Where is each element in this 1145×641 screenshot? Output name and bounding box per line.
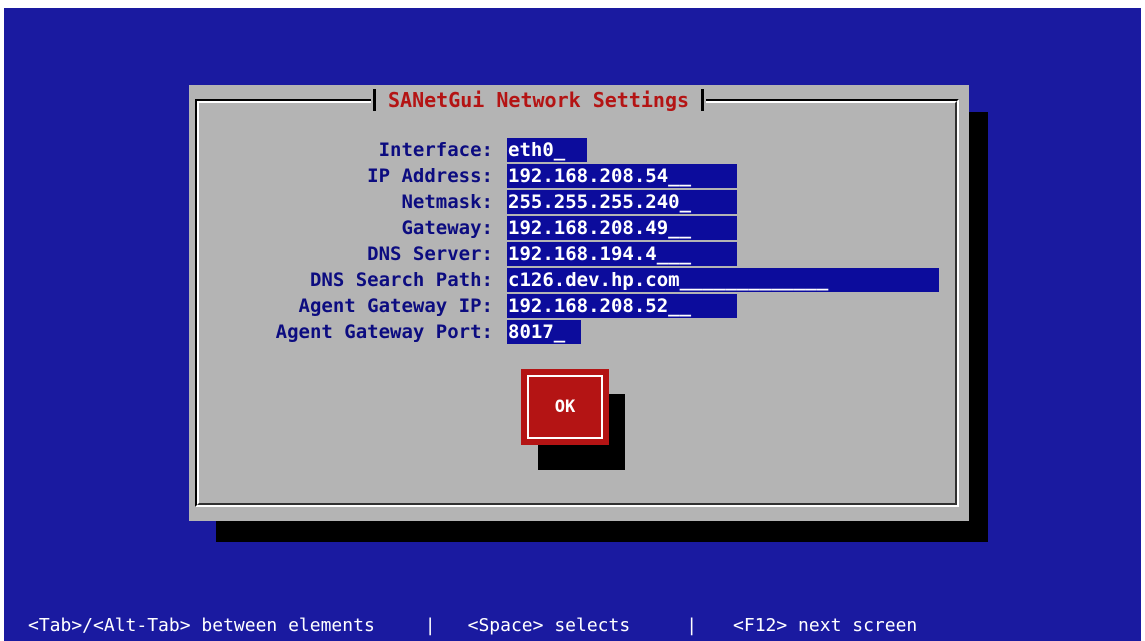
field-row-ip-address: IP Address: 192.168.208.54__ bbox=[189, 164, 969, 188]
dns-search-path-label: DNS Search Path: bbox=[309, 269, 493, 291]
netmask-label: Netmask: bbox=[401, 191, 493, 213]
help-separator: | bbox=[686, 615, 698, 636]
ok-button[interactable]: OK bbox=[521, 369, 609, 445]
dns-server-label: DNS Server: bbox=[367, 243, 493, 265]
field-row-agent-gateway-ip: Agent Gateway IP: 192.168.208.52__ bbox=[189, 294, 969, 318]
dns-search-path-input[interactable]: c126.dev.hp.com_____________ bbox=[507, 268, 939, 292]
agent-gateway-port-label: Agent Gateway Port: bbox=[275, 321, 493, 343]
ok-button-label: OK bbox=[527, 375, 603, 439]
dialog-title-wrap: SANetGui Network Settings bbox=[371, 85, 707, 115]
field-row-interface: Interface: eth0_ bbox=[189, 138, 969, 162]
help-tab-hint: <Tab>/<Alt-Tab> between elements bbox=[28, 615, 375, 636]
help-f12-hint: <F12> next screen bbox=[733, 615, 918, 636]
help-separator: | bbox=[424, 615, 436, 636]
help-line: <Tab>/<Alt-Tab> between elements | <Spac… bbox=[4, 610, 1141, 641]
ip-address-label: IP Address: bbox=[367, 165, 493, 187]
dns-server-input[interactable]: 192.168.194.4___ bbox=[507, 242, 737, 266]
agent-gateway-ip-input[interactable]: 192.168.208.52__ bbox=[507, 294, 737, 318]
field-row-dns-server: DNS Server: 192.168.194.4___ bbox=[189, 242, 969, 266]
agent-gateway-port-input[interactable]: 8017_ bbox=[507, 320, 581, 344]
field-row-netmask: Netmask: 255.255.255.240_ bbox=[189, 190, 969, 214]
dialog-title: SANetGui Network Settings bbox=[388, 88, 690, 112]
title-right-bar bbox=[701, 89, 705, 111]
netmask-input[interactable]: 255.255.255.240_ bbox=[507, 190, 737, 214]
title-left-bar bbox=[373, 89, 376, 111]
field-row-dns-search-path: DNS Search Path: c126.dev.hp.com________… bbox=[189, 268, 969, 292]
gateway-input[interactable]: 192.168.208.49__ bbox=[507, 216, 737, 240]
help-space-hint: <Space> selects bbox=[467, 615, 631, 636]
terminal-screen: SANetGui Network Settings Interface: eth… bbox=[4, 8, 1141, 641]
interface-label: Interface: bbox=[378, 139, 493, 161]
network-settings-dialog: SANetGui Network Settings Interface: eth… bbox=[189, 85, 969, 521]
agent-gateway-ip-label: Agent Gateway IP: bbox=[298, 295, 493, 317]
gateway-label: Gateway: bbox=[401, 217, 493, 239]
interface-input[interactable]: eth0_ bbox=[507, 138, 587, 162]
field-row-agent-gateway-port: Agent Gateway Port: 8017_ bbox=[189, 320, 969, 344]
field-row-gateway: Gateway: 192.168.208.49__ bbox=[189, 216, 969, 240]
ip-address-input[interactable]: 192.168.208.54__ bbox=[507, 164, 737, 188]
